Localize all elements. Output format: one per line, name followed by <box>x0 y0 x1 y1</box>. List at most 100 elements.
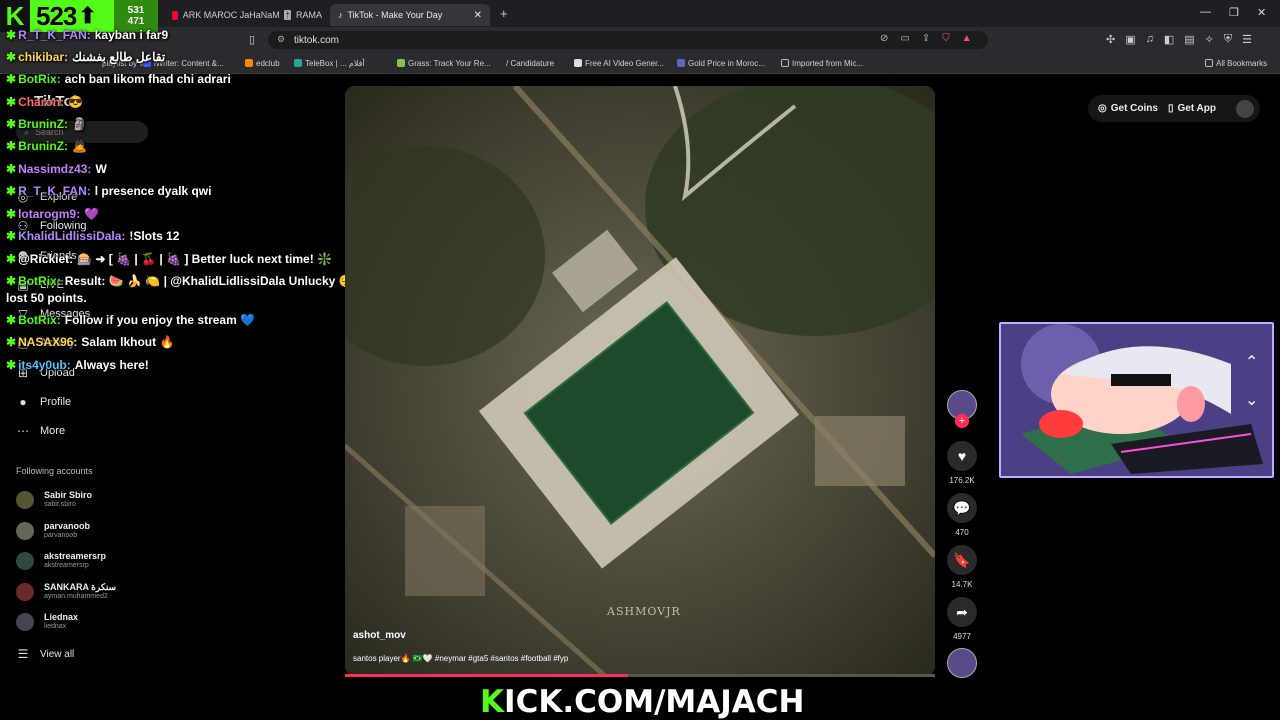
chat-message: lost 50 points. <box>6 291 87 305</box>
close-window-icon[interactable]: ✕ <box>1257 6 1266 19</box>
video-progress-bar[interactable] <box>345 674 935 677</box>
phone-icon: ▯ <box>1167 103 1174 114</box>
close-tab-icon[interactable]: ✕ <box>474 10 482 21</box>
account-item[interactable]: SANKARA سنكرة ayman.muhammed2 <box>16 582 116 601</box>
edclub-icon <box>245 59 253 67</box>
music-disc-icon[interactable] <box>947 648 977 678</box>
vpn-icon[interactable]: ⛨ <box>1224 33 1232 46</box>
chat-badge-icon: ✱ <box>6 95 17 109</box>
view-all-link[interactable]: ☰ View all <box>16 647 75 661</box>
bookmark-save-icon[interactable]: 🔖 <box>947 545 977 575</box>
extensions-toolbar: ✣ ▣ ♫ ◧ ▤ ✧ ⛨ ☰ <box>1106 33 1252 46</box>
chat-text: تقاعل طالع بفشنك <box>72 50 166 64</box>
chevron-up-icon[interactable]: ⌃ <box>1245 352 1258 372</box>
all-bookmarks[interactable]: All Bookmarks <box>1205 57 1267 69</box>
video-author[interactable]: ashot_mov <box>353 630 406 641</box>
bookmark-free-ai-video[interactable]: Free AI Video Gener... <box>574 57 664 69</box>
chat-username[interactable]: KhalidLidlissiDala: <box>18 229 125 243</box>
get-coins-button[interactable]: ◎ Get Coins <box>1098 103 1158 114</box>
bookmark-gold-price[interactable]: Gold Price in Moroc... <box>677 57 765 69</box>
bookmark-telebox[interactable]: TeleBox | ... أفلام <box>294 57 365 69</box>
like-heart-icon[interactable]: ♥ <box>947 441 977 471</box>
chat-username[interactable]: its4y0ub: <box>18 358 71 372</box>
restore-icon[interactable]: ❐ <box>1229 6 1239 19</box>
tab-tiktok[interactable]: ♪ TikTok - Make Your Day ✕ <box>330 4 490 26</box>
chat-username[interactable]: @Rickiet: <box>18 252 73 266</box>
chat-text: !Slots 12 <box>129 229 180 243</box>
sidebar-icon[interactable]: ◧ <box>1164 33 1174 46</box>
menu-icon[interactable]: ☰ <box>1242 33 1252 46</box>
video-caption: santos player🔥 🇧🇷🤍 #neymar #gta5 #santos… <box>353 654 569 663</box>
nav-profile[interactable]: ● Profile <box>16 395 71 409</box>
avatar <box>16 582 34 601</box>
chat-text: l presence dyalk qwi <box>94 184 212 198</box>
chat-username[interactable]: BruninZ: <box>18 117 68 131</box>
media-icon[interactable]: ♫ <box>1146 33 1154 46</box>
follow-plus-icon[interactable]: + <box>955 414 969 428</box>
bookmark-candidature[interactable]: / Candidature <box>506 57 554 69</box>
chat-username[interactable]: R_T_K_FAN: <box>18 28 91 42</box>
account-item[interactable]: akstreamersrp akstreamersrp <box>16 551 106 570</box>
user-avatar[interactable] <box>1236 99 1254 118</box>
chat-badge-icon: ✱ <box>6 358 17 372</box>
like-count: 176.2K <box>949 476 975 485</box>
profile-avatar-icon: ● <box>19 395 27 409</box>
share-icon[interactable]: ⇪ <box>922 33 930 44</box>
chevron-down-icon[interactable]: ⌄ <box>1245 390 1258 410</box>
new-tab-button[interactable]: + <box>500 6 508 21</box>
avatar <box>16 612 34 631</box>
chat-username[interactable]: BotRix: <box>18 274 61 288</box>
chat-username[interactable]: BotRix: <box>18 72 61 86</box>
address-bar-actions: ⊘ ▭ ⇪ ⛉ ▲ <box>880 33 972 44</box>
chat-message: ✱ KhalidLidlissiDala: !Slots 12 <box>6 229 179 243</box>
chat-username[interactable]: BotRix: <box>18 313 61 327</box>
chat-text: ach ban likom fhad chi adrari <box>64 72 231 86</box>
chat-username[interactable]: lotarogm9: <box>18 207 80 221</box>
following-accounts-header: Following accounts <box>16 466 93 476</box>
chat-username[interactable]: Nassimdz43: <box>18 162 91 176</box>
avatar <box>16 551 34 570</box>
nav-more[interactable]: ⋯ More <box>16 424 65 438</box>
bookmark-edclub[interactable]: edclub <box>245 57 280 69</box>
share-count: 4977 <box>953 632 971 641</box>
tab-search-icon[interactable]: ▣ <box>1125 33 1135 46</box>
viewer-count: 523 <box>36 0 77 31</box>
bookmark-icon[interactable]: ▯ <box>249 33 255 46</box>
account-item[interactable]: Liednax liednax <box>16 612 78 631</box>
eye-off-icon[interactable]: ⊘ <box>880 33 888 44</box>
tab-ark-maroc[interactable]: ARK MAROC JaHaNaM 🎚️ RAMA <box>172 4 322 26</box>
chat-username[interactable]: chikibar: <box>18 50 68 64</box>
chat-username[interactable]: Charon: <box>18 95 64 109</box>
chat-badge-icon: ✱ <box>6 229 17 243</box>
chat-badge-icon: ✱ <box>6 72 17 86</box>
chat-message: ✱ Nassimdz43: W <box>6 162 107 176</box>
chat-message: ✱ R_T_K_FAN: l presence dyalk qwi <box>6 184 211 198</box>
minimize-icon[interactable]: — <box>1200 6 1211 18</box>
video-player[interactable]: ASHMOVJR ashot_mov santos player🔥 🇧🇷🤍 #n… <box>345 86 935 676</box>
account-item[interactable]: Sabir Sbiro sabir.sbiro <box>16 490 92 509</box>
site-info-icon[interactable]: ⚙ <box>277 34 285 45</box>
bookmark-grass[interactable]: Grass: Track Your Re... <box>397 57 491 69</box>
chat-username[interactable]: R_T_K_FAN: <box>18 184 91 198</box>
bookmark-imported-folder[interactable]: Imported from Mic... <box>781 57 863 69</box>
brave-shield-icon[interactable]: ⛉ <box>942 33 950 44</box>
get-app-button[interactable]: ▯ Get App <box>1168 103 1216 114</box>
screen-icon[interactable]: ▭ <box>900 33 909 44</box>
wallet-icon[interactable]: ▤ <box>1184 33 1194 46</box>
share-arrow-icon[interactable]: ➦ <box>947 597 977 627</box>
rewards-icon[interactable]: ▲ <box>962 33 972 44</box>
chat-message: ✱ Charon: 😎 <box>6 95 83 109</box>
account-item[interactable]: parvanoob parvanoob <box>16 521 90 540</box>
chat-text: 😎 <box>68 95 84 109</box>
top-actions: ◎ Get Coins ▯ Get App <box>1088 95 1260 122</box>
chat-username[interactable]: BruninZ: <box>18 139 68 153</box>
streamer-webcam-overlay: ⌃ ⌄ <box>999 322 1274 478</box>
chat-username[interactable]: NASAX96: <box>18 335 77 349</box>
extensions-icon[interactable]: ✣ <box>1106 33 1115 46</box>
chat-badge-icon: ✱ <box>6 252 17 266</box>
tiktok-icon: ♪ <box>338 10 343 20</box>
comment-icon[interactable]: 💬 <box>947 493 977 523</box>
chat-text: kayban i far9 <box>94 28 169 42</box>
chat-message: ✱ BruninZ: 🙇 <box>6 139 87 153</box>
leo-ai-icon[interactable]: ✧ <box>1205 33 1214 46</box>
